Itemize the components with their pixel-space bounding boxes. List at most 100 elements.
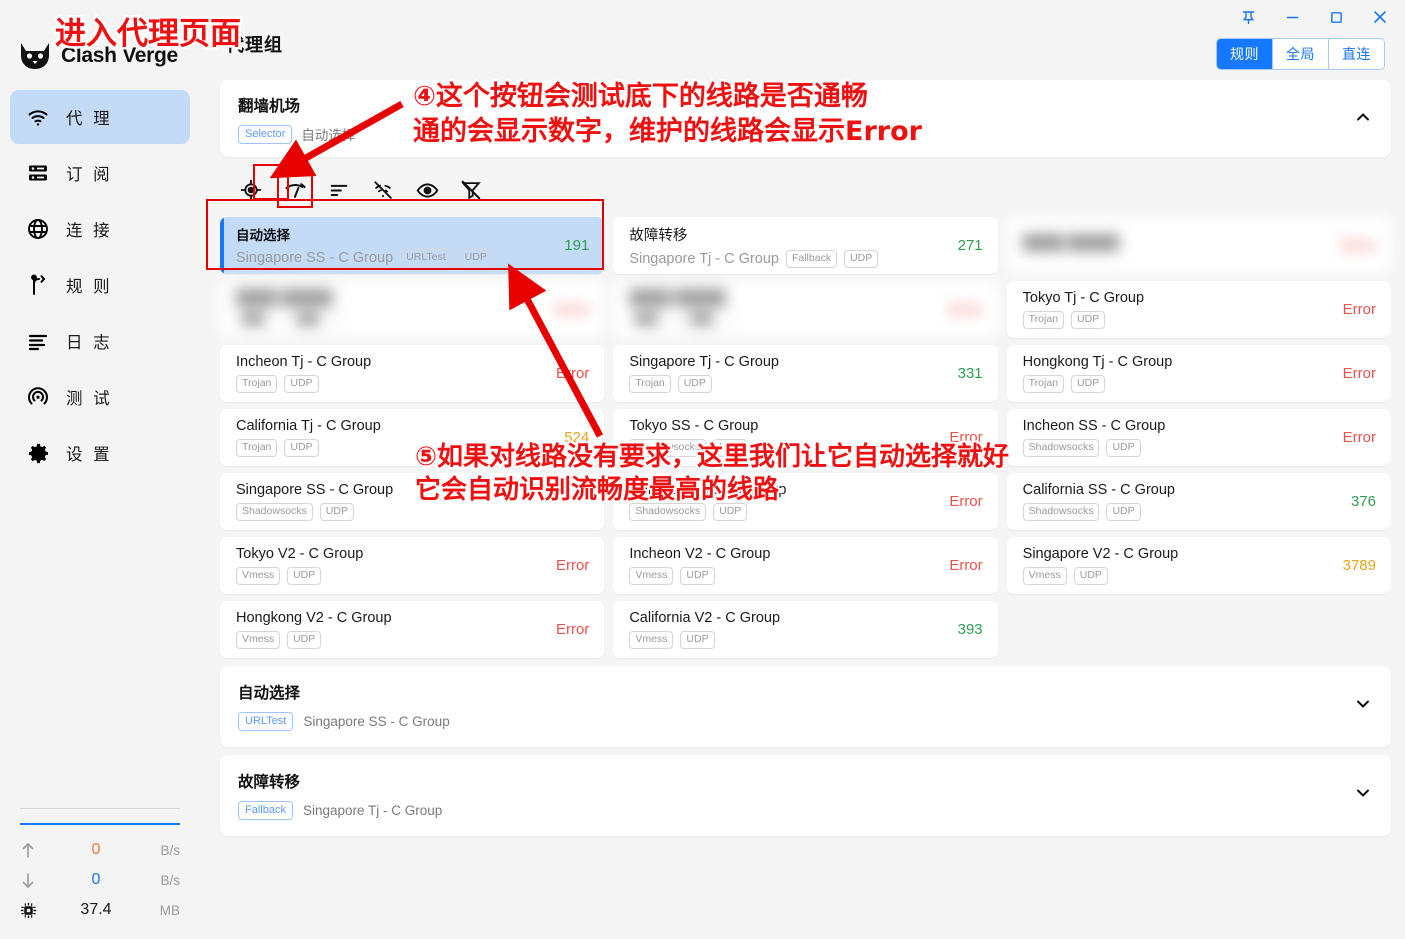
sidebar-item-test[interactable]: 测 试: [10, 370, 190, 424]
sidebar-item-label: 连 接: [66, 222, 113, 240]
proxy-card-title: Tokyo V2 - C Group: [236, 546, 364, 562]
proxy-card-title: Incheon V2 - C Group: [629, 546, 771, 562]
list-icon: [10, 329, 66, 353]
sidebar-item-label: 代 理: [66, 110, 113, 128]
proxy-card-delay: Error: [1342, 365, 1376, 382]
proxy-card[interactable]: 故障转移 Singapore Tj - C Group Fallback UDP 271: [613, 217, 998, 274]
proxy-card-title: Singapore V2 - C Group: [1022, 546, 1179, 562]
maximize-icon[interactable]: [1325, 4, 1347, 30]
proxy-card[interactable]: Tokyo SS - C Group Shadowsocks UDP Error: [613, 409, 998, 466]
brand: Clash Verge: [0, 0, 200, 80]
mode-direct-button[interactable]: 直连: [1329, 39, 1384, 69]
proxy-card-delay: 3789: [1342, 557, 1376, 574]
proxy-card[interactable]: Incheon SS - C Group Shadowsocks UDP Error: [1006, 409, 1391, 466]
proxy-card[interactable]: Hongkong Tj - C Group Trojan UDP Error: [1006, 345, 1391, 402]
collapsed-group-fallback[interactable]: 故障转移 Fallback Singapore Tj - C Group: [220, 755, 1391, 836]
mode-global-button[interactable]: 全局: [1273, 39, 1329, 69]
proxy-card[interactable]: Incheon Tj - C Group Trojan UDP Error: [220, 345, 605, 402]
proxy-card-tag: Trojan: [236, 439, 278, 457]
sidebar-item-proxy[interactable]: 代 理: [10, 90, 190, 144]
proxy-card-title: Hongkong SS - C Group: [629, 482, 787, 498]
proxy-card-title: Incheon SS - C Group: [1022, 418, 1166, 434]
proxy-card[interactable]: ████ █████ ███ ███ Error: [220, 281, 605, 338]
sidebar-item-connections[interactable]: 连 接: [10, 202, 190, 256]
chevron-up-icon[interactable]: [1353, 107, 1373, 132]
proxy-card-tag: Shadowsocks: [629, 439, 707, 457]
proxy-card[interactable]: California V2 - C Group Vmess UDP 393: [613, 601, 998, 658]
show-detail-icon[interactable]: [410, 173, 444, 207]
chevron-down-icon[interactable]: [1353, 694, 1373, 719]
hide-unavailable-icon[interactable]: [366, 173, 400, 207]
speed-test-icon[interactable]: [277, 172, 313, 208]
proxy-card-delay: Error: [1342, 237, 1376, 254]
proxy-card-title: Hongkong Tj - C Group: [1022, 354, 1173, 370]
proxy-card[interactable]: California SS - C Group Shadowsocks UDP 376: [1006, 473, 1391, 530]
proxy-group-header[interactable]: 翻墙机场 Selector 自动选择: [220, 80, 1391, 157]
proxy-card-tag: UDP: [1071, 311, 1106, 329]
proxy-card-delay: Error: [1342, 301, 1376, 318]
proxy-card-tag: Vmess: [1022, 567, 1067, 585]
proxy-card-tag: Vmess: [629, 631, 674, 649]
proxy-group-current: 自动选择: [301, 128, 356, 143]
proxy-card-tag: UDP: [844, 249, 879, 268]
close-icon[interactable]: [1369, 4, 1391, 30]
proxy-card-tag: Trojan: [236, 375, 278, 393]
radar-icon: [10, 385, 66, 409]
proxy-card-tag: ███: [684, 311, 733, 329]
proxy-card[interactable]: Incheon V2 - C Group Vmess UDP Error: [613, 537, 998, 594]
collapsed-group-auto[interactable]: 自动选择 URLTest Singapore SS - C Group: [220, 666, 1391, 747]
proxy-card-tag: UDP: [677, 375, 712, 393]
proxy-card[interactable]: California Tj - C Group Trojan UDP 524: [220, 409, 605, 466]
stat-download: 0 B/s: [20, 865, 180, 895]
brand-name: Clash Verge: [61, 44, 178, 67]
page-title: 代理组: [226, 35, 283, 55]
proxy-card-delay: Error: [555, 301, 590, 318]
proxy-card-title: ████ █████: [236, 290, 333, 306]
proxy-card-title: Singapore SS - C Group: [236, 482, 394, 498]
pin-icon[interactable]: [1237, 4, 1259, 30]
proxy-card[interactable]: ████ █████ Error: [1006, 217, 1391, 274]
minimize-icon[interactable]: [1281, 4, 1303, 30]
collapsed-group-current: Singapore SS - C Group: [303, 714, 450, 729]
proxy-card-tag: Shadowsocks: [629, 503, 707, 521]
sidebar-item-logs[interactable]: 日 志: [10, 314, 190, 368]
proxy-card[interactable]: Tokyo V2 - C Group Vmess UDP Error: [220, 537, 605, 594]
mode-rule-button[interactable]: 规则: [1217, 39, 1273, 69]
stat-download-unit: B/s: [160, 872, 180, 888]
proxy-card-title: Incheon Tj - C Group: [236, 354, 372, 370]
branch-icon: [10, 273, 66, 297]
app-window: Clash Verge 代 理 订 阅 连 接 规 则 日 志 测 试 设 置 …: [0, 0, 1405, 939]
proxy-mode-group: 规则 全局 直连: [1216, 38, 1385, 70]
arrow-up-icon: [20, 841, 46, 859]
sidebar-item-settings[interactable]: 设 置: [10, 426, 190, 480]
proxy-card[interactable]: Tokyo Tj - C Group Trojan UDP Error: [1006, 281, 1391, 338]
proxy-group-card: 翻墙机场 Selector 自动选择: [220, 80, 1391, 157]
proxy-card[interactable]: Hongkong SS - C Group Shadowsocks UDP Error: [613, 473, 998, 530]
proxy-card-tag: UDP: [1073, 567, 1108, 585]
main-area: 代理组 规则 全局 直连 翻墙机场 Selector 自动选择 自动选择 Sin…: [200, 0, 1405, 939]
filter-icon[interactable]: [454, 173, 488, 207]
proxy-card[interactable]: Singapore Tj - C Group Trojan UDP 331: [613, 345, 998, 402]
proxy-card[interactable]: Singapore V2 - C Group Vmess UDP 3789: [1006, 537, 1391, 594]
chevron-down-icon[interactable]: [1353, 783, 1373, 808]
stat-upload-unit: B/s: [160, 842, 180, 858]
stat-upload-value: 0: [91, 841, 101, 858]
stats-accent-line: [20, 823, 180, 825]
proxy-card-tag: UDP: [713, 439, 748, 457]
sidebar-item-rules[interactable]: 规 则: [10, 258, 190, 312]
proxy-card-tag: UDP: [1106, 503, 1141, 521]
proxy-card-selected[interactable]: 自动选择 Singapore SS - C Group URLTest UDP 191: [220, 217, 605, 274]
proxy-card[interactable]: ████ █████ ███ ███ Error: [613, 281, 998, 338]
proxy-card-delay: Error: [949, 429, 983, 446]
sort-icon[interactable]: [322, 173, 356, 207]
locate-current-icon[interactable]: [234, 173, 268, 207]
collapsed-group-name: 故障转移: [238, 774, 301, 791]
proxy-card-current: Singapore SS - C Group: [236, 250, 394, 266]
proxy-card[interactable]: Singapore SS - C Group Shadowsocks UDP: [220, 473, 605, 530]
proxy-card-title: Tokyo SS - C Group: [629, 418, 759, 434]
proxy-card[interactable]: Hongkong V2 - C Group Vmess UDP Error: [220, 601, 605, 658]
content: 翻墙机场 Selector 自动选择 自动选择 Singapore SS - C…: [200, 80, 1405, 836]
proxy-card-tag: ███: [291, 311, 339, 329]
gear-icon: [10, 442, 66, 465]
sidebar-item-subscription[interactable]: 订 阅: [10, 146, 190, 200]
